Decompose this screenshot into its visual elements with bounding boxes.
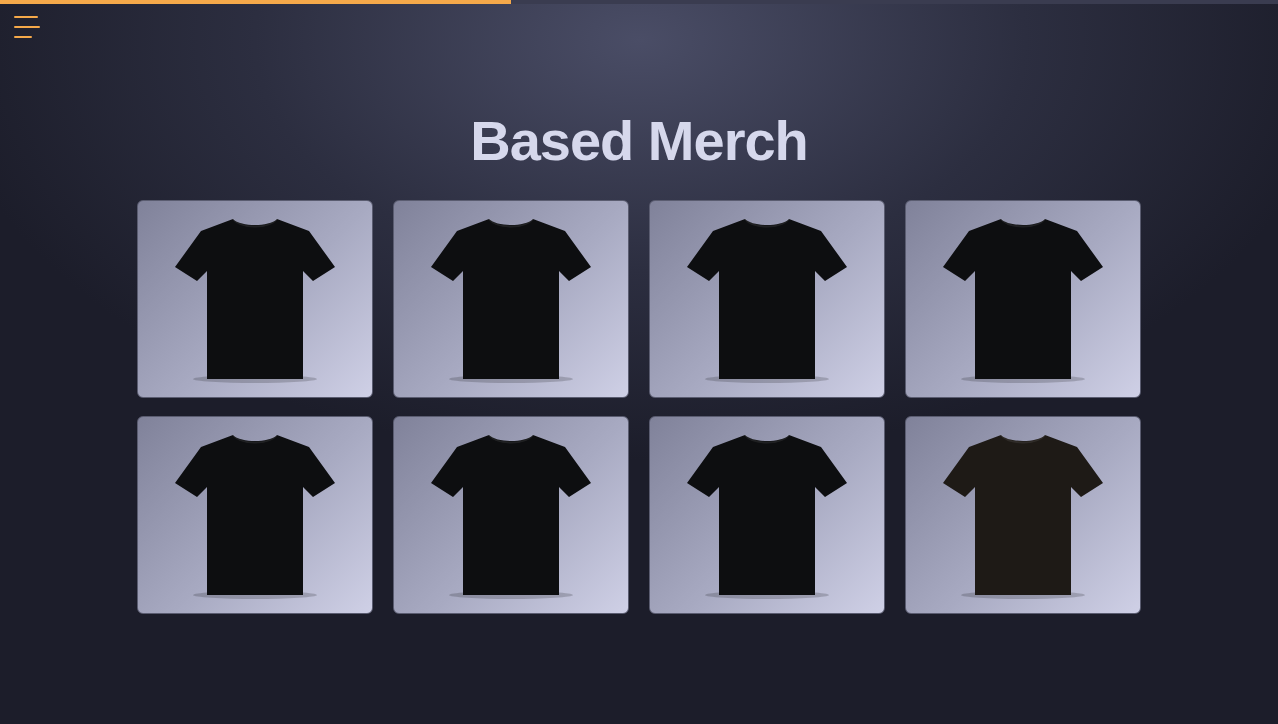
- product-card[interactable]: [137, 200, 373, 398]
- product-grid: [137, 200, 1141, 614]
- tshirt-icon: [173, 433, 337, 599]
- menu-icon[interactable]: [14, 14, 42, 40]
- product-card[interactable]: [905, 200, 1141, 398]
- product-card[interactable]: [905, 416, 1141, 614]
- progress-bar: [0, 0, 1278, 4]
- product-card[interactable]: [393, 416, 629, 614]
- tshirt-icon: [429, 433, 593, 599]
- tshirt-icon: [941, 217, 1105, 383]
- product-card[interactable]: [137, 416, 373, 614]
- tshirt-icon: [941, 433, 1105, 599]
- tshirt-icon: [173, 217, 337, 383]
- tshirt-icon: [685, 433, 849, 599]
- product-card[interactable]: [649, 200, 885, 398]
- progress-fill: [0, 0, 511, 4]
- tshirt-icon: [685, 217, 849, 383]
- page-title: Based Merch: [470, 110, 808, 172]
- product-card[interactable]: [649, 416, 885, 614]
- product-card[interactable]: [393, 200, 629, 398]
- tshirt-icon: [429, 217, 593, 383]
